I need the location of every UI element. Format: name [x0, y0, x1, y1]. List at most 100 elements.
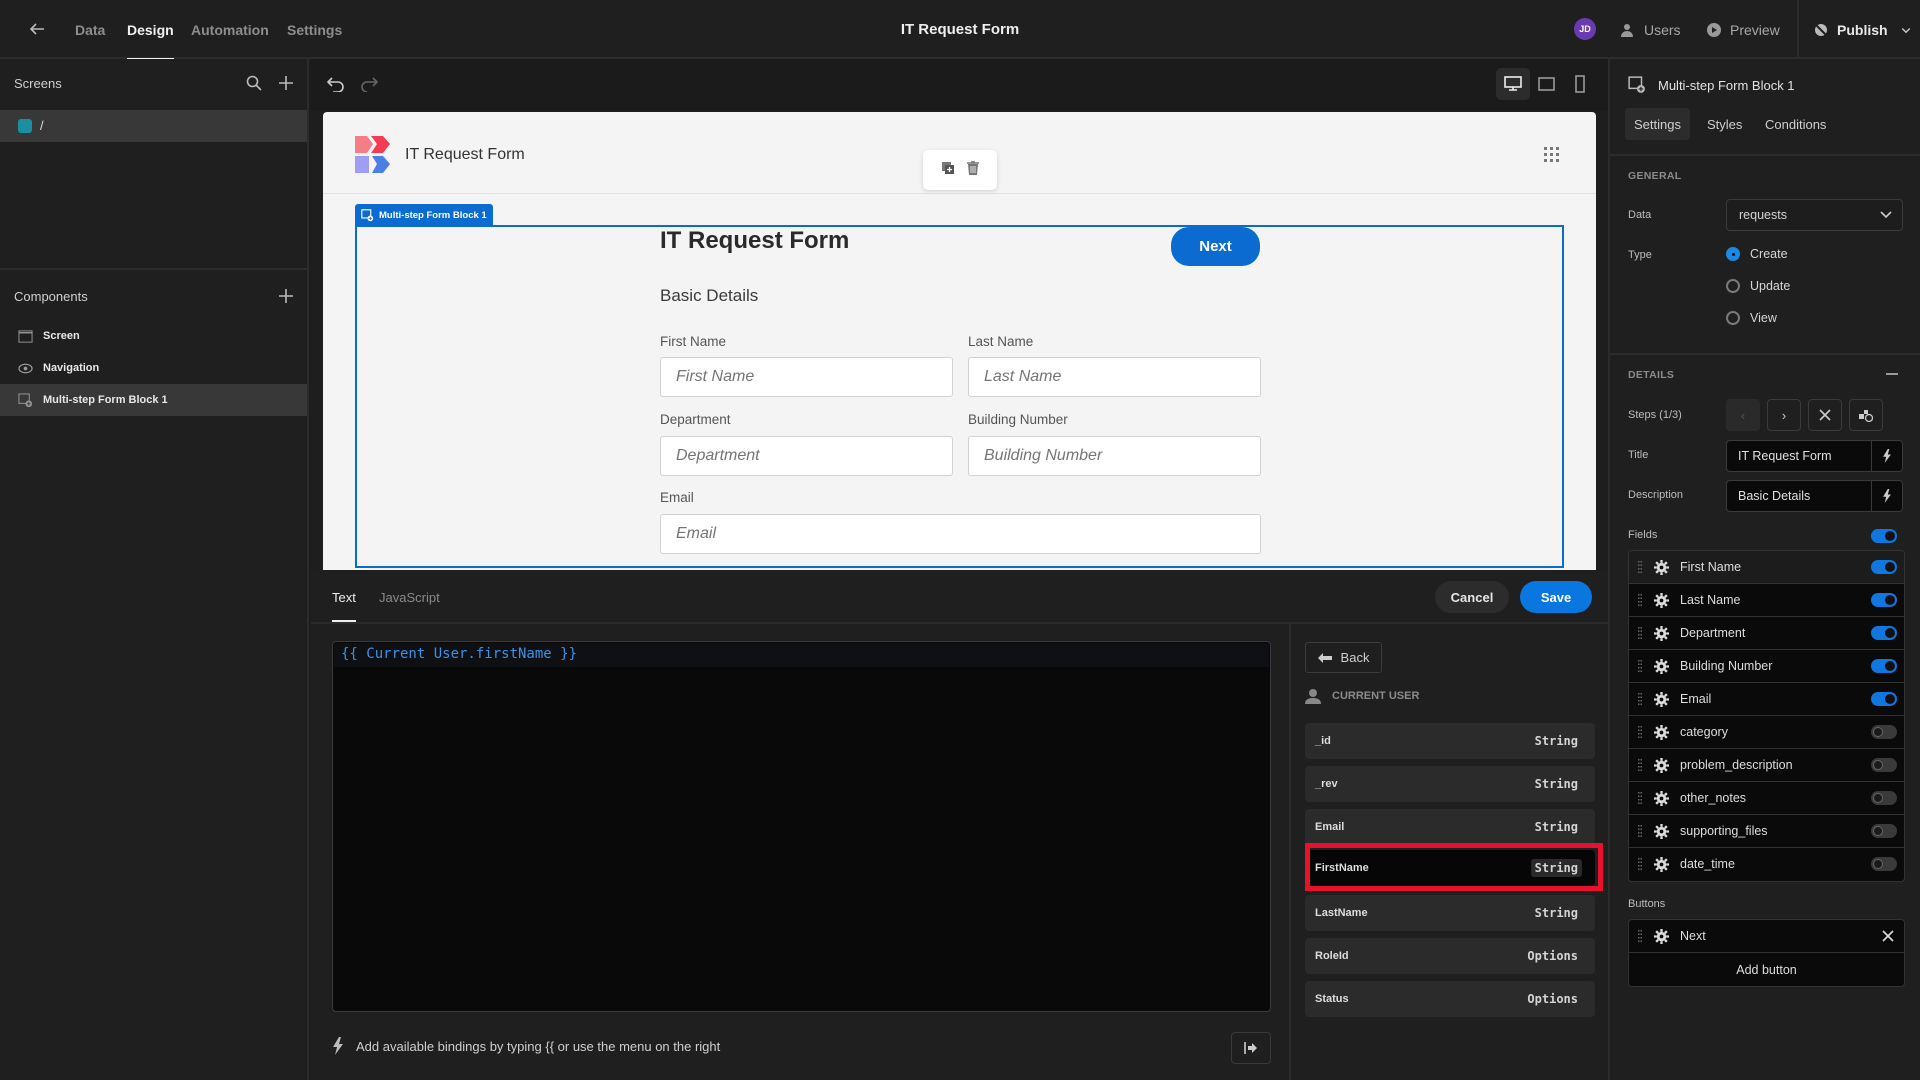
field-visibility-toggle[interactable] — [1871, 824, 1897, 838]
gear-icon[interactable] — [1654, 692, 1669, 707]
field-item[interactable]: category — [1629, 716, 1904, 749]
field-visibility-toggle[interactable] — [1871, 857, 1897, 871]
form-next-button[interactable]: Next — [1171, 227, 1260, 266]
gear-icon[interactable] — [1654, 659, 1669, 674]
users-button[interactable]: Users — [1620, 0, 1681, 59]
type-radio-create[interactable]: Create — [1726, 247, 1788, 261]
component-item-multistep-form[interactable]: Multi-step Form Block 1 — [0, 384, 307, 416]
drag-handle-icon[interactable] — [1638, 660, 1642, 672]
field-item[interactable]: First Name — [1629, 551, 1904, 584]
tab-text[interactable]: Text — [332, 590, 356, 622]
email-input[interactable] — [660, 514, 1261, 554]
description-input[interactable]: Basic Details — [1726, 480, 1903, 512]
editor-code[interactable]: {{ Current User.firstName }} — [341, 646, 577, 662]
undo-icon[interactable] — [326, 76, 345, 97]
gear-icon[interactable] — [1654, 791, 1669, 806]
mobile-view-button[interactable] — [1563, 68, 1597, 100]
screen-item[interactable]: / — [0, 110, 307, 142]
component-item-navigation[interactable]: Navigation — [0, 352, 307, 384]
remove-step-button[interactable] — [1808, 399, 1842, 431]
open-bindings-drawer-button[interactable] — [1231, 1032, 1271, 1064]
last-name-input[interactable] — [968, 357, 1261, 397]
nav-automation[interactable]: Automation — [191, 0, 269, 59]
tablet-view-button[interactable] — [1530, 68, 1564, 100]
binding-item-lastname[interactable]: LastName String — [1305, 895, 1595, 931]
nav-settings[interactable]: Settings — [287, 0, 342, 59]
binding-item-email[interactable]: Email String — [1305, 809, 1595, 845]
field-visibility-toggle[interactable] — [1871, 791, 1897, 805]
gear-icon[interactable] — [1654, 929, 1669, 944]
component-item-screen[interactable]: Screen — [0, 320, 307, 352]
field-item[interactable]: supporting_files — [1629, 815, 1904, 848]
trash-icon[interactable] — [967, 160, 979, 180]
add-button[interactable]: Add button — [1629, 953, 1904, 986]
building-number-input[interactable] — [968, 436, 1261, 476]
selected-block-tag[interactable]: Multi-step Form Block 1 — [355, 204, 493, 226]
field-visibility-toggle[interactable] — [1871, 593, 1897, 607]
add-screen-icon[interactable] — [278, 75, 294, 94]
field-item[interactable]: date_time — [1629, 848, 1904, 881]
binding-item-rev[interactable]: _rev String — [1305, 766, 1595, 802]
drag-handle-icon[interactable] — [1638, 825, 1642, 837]
add-component-icon[interactable] — [278, 288, 294, 307]
desktop-view-button[interactable] — [1496, 68, 1530, 100]
drag-handle-icon[interactable] — [1638, 561, 1642, 573]
binding-item-roleid[interactable]: RoleId Options — [1305, 938, 1595, 974]
gear-icon[interactable] — [1654, 626, 1669, 641]
description-binding-button[interactable] — [1871, 481, 1902, 511]
binding-item-id[interactable]: _id String — [1305, 723, 1595, 759]
save-button[interactable]: Save — [1520, 581, 1592, 613]
gear-icon[interactable] — [1654, 560, 1669, 575]
tab-javascript[interactable]: JavaScript — [379, 590, 440, 605]
tab-conditions[interactable]: Conditions — [1756, 108, 1835, 140]
nav-design[interactable]: Design — [127, 0, 174, 61]
title-input[interactable]: IT Request Form — [1726, 440, 1903, 472]
field-visibility-toggle[interactable] — [1871, 725, 1897, 739]
gear-icon[interactable] — [1654, 725, 1669, 740]
field-item[interactable]: problem_description — [1629, 749, 1904, 782]
field-visibility-toggle[interactable] — [1871, 659, 1897, 673]
gear-icon[interactable] — [1654, 758, 1669, 773]
drag-handle-icon[interactable] — [1638, 858, 1642, 870]
back-arrow-icon[interactable] — [28, 20, 46, 43]
collapse-icon[interactable] — [1886, 373, 1898, 375]
data-select[interactable]: requests — [1726, 199, 1903, 231]
drag-handle-icon[interactable] — [1638, 726, 1642, 738]
drag-handle-icon[interactable] — [1638, 930, 1642, 942]
drag-handle-icon[interactable] — [1638, 594, 1642, 606]
drag-handle-icon[interactable] — [1638, 792, 1642, 804]
field-visibility-toggle[interactable] — [1871, 758, 1897, 772]
grid-menu-icon[interactable] — [1544, 147, 1560, 163]
binding-editor[interactable]: {{ Current User.firstName }} — [332, 641, 1271, 1012]
field-visibility-toggle[interactable] — [1871, 692, 1897, 706]
cancel-button[interactable]: Cancel — [1435, 581, 1509, 613]
binding-item-firstname[interactable]: FirstName String — [1305, 850, 1595, 886]
drag-handle-icon[interactable] — [1638, 627, 1642, 639]
fields-master-toggle[interactable] — [1871, 529, 1897, 543]
close-icon[interactable] — [1880, 928, 1896, 944]
field-item[interactable]: Department — [1629, 617, 1904, 650]
field-visibility-toggle[interactable] — [1871, 560, 1897, 574]
avatar[interactable]: JD — [1574, 18, 1596, 40]
tab-settings[interactable]: Settings — [1625, 108, 1690, 140]
gear-icon[interactable] — [1654, 824, 1669, 839]
field-item[interactable]: Building Number — [1629, 650, 1904, 683]
nav-data[interactable]: Data — [75, 0, 105, 59]
type-radio-update[interactable]: Update — [1726, 279, 1790, 293]
drag-handle-icon[interactable] — [1638, 759, 1642, 771]
drag-handle-icon[interactable] — [1638, 693, 1642, 705]
first-name-input[interactable] — [660, 357, 953, 397]
prev-step-button[interactable]: ‹ — [1726, 399, 1760, 431]
next-step-button[interactable]: › — [1767, 399, 1801, 431]
field-visibility-toggle[interactable] — [1871, 626, 1897, 640]
type-radio-view[interactable]: View — [1726, 311, 1777, 325]
add-step-button[interactable] — [1849, 399, 1883, 431]
search-icon[interactable] — [246, 75, 262, 94]
button-item-next[interactable]: Next — [1629, 920, 1904, 953]
gear-icon[interactable] — [1654, 857, 1669, 872]
department-input[interactable] — [660, 436, 953, 476]
publish-button[interactable]: Publish — [1813, 0, 1912, 59]
preview-button[interactable]: Preview — [1706, 0, 1780, 59]
redo-icon[interactable] — [360, 76, 379, 97]
field-item[interactable]: Email — [1629, 683, 1904, 716]
